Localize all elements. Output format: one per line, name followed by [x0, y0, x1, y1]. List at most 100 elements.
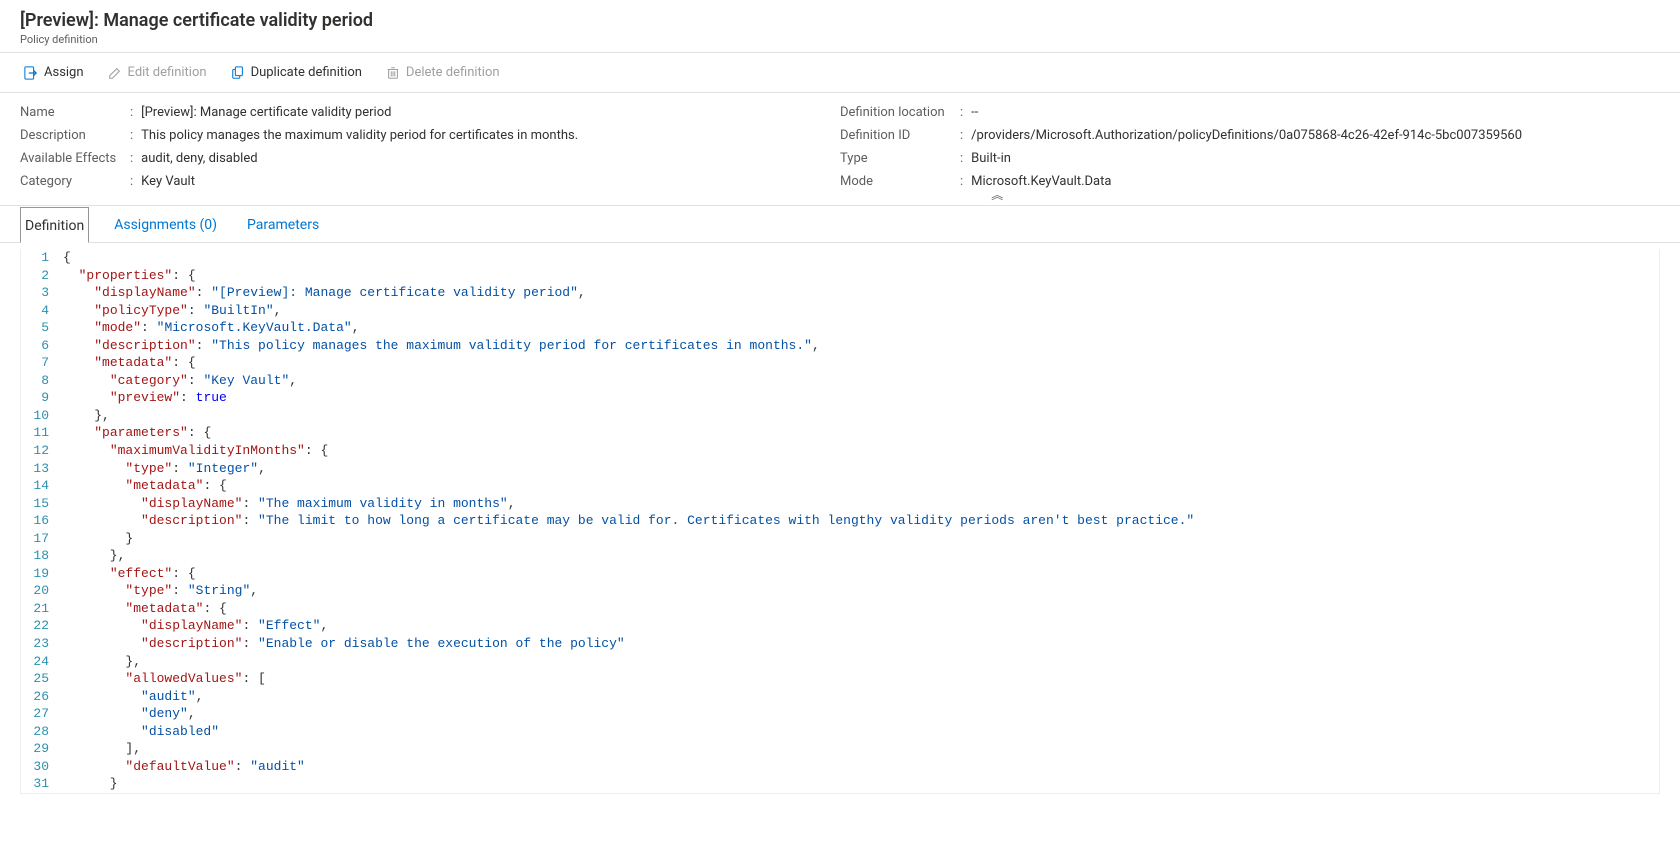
- code-source: },: [63, 407, 110, 425]
- assign-button[interactable]: Assign: [20, 61, 88, 84]
- code-block[interactable]: 1{2 "properties": {3 "displayName": "[Pr…: [20, 249, 1660, 794]
- duplicate-icon: [231, 66, 245, 80]
- line-number: 24: [21, 653, 63, 671]
- code-line: 2 "properties": {: [21, 267, 1659, 285]
- line-number: 19: [21, 565, 63, 583]
- tabs: Definition Assignments (0) Parameters: [0, 205, 1680, 243]
- code-line: 28 "disabled": [21, 723, 1659, 741]
- line-number: 7: [21, 354, 63, 372]
- code-source: "metadata": {: [63, 477, 227, 495]
- code-line: 25 "allowedValues": [: [21, 670, 1659, 688]
- pencil-icon: [108, 66, 122, 80]
- delete-label: Delete definition: [406, 65, 500, 80]
- trash-icon: [386, 66, 400, 80]
- line-number: 21: [21, 600, 63, 618]
- code-source: },: [63, 547, 125, 565]
- command-bar: Assign Edit definition Duplicate definit…: [0, 53, 1680, 93]
- code-source: "description": "The limit to how long a …: [63, 512, 1194, 530]
- line-number: 1: [21, 249, 63, 267]
- code-line: 16 "description": "The limit to how long…: [21, 512, 1659, 530]
- code-source: "description": "Enable or disable the ex…: [63, 635, 625, 653]
- code-line: 4 "policyType": "BuiltIn",: [21, 302, 1659, 320]
- assign-icon: [24, 66, 38, 80]
- edit-definition-button: Edit definition: [104, 61, 211, 84]
- line-number: 25: [21, 670, 63, 688]
- duplicate-definition-button[interactable]: Duplicate definition: [227, 61, 366, 84]
- prop-name: Name : [Preview]: Manage certificate val…: [20, 105, 840, 120]
- prop-effects: Available Effects : audit, deny, disable…: [20, 151, 840, 166]
- line-number: 13: [21, 460, 63, 478]
- code-source: "audit",: [63, 688, 203, 706]
- line-number: 14: [21, 477, 63, 495]
- prop-id: Definition ID : /providers/Microsoft.Aut…: [840, 128, 1660, 143]
- prop-category: Category : Key Vault: [20, 174, 840, 189]
- code-source: }: [63, 530, 133, 548]
- line-number: 5: [21, 319, 63, 337]
- code-line: 6 "description": "This policy manages th…: [21, 337, 1659, 355]
- prop-location: Definition location : --: [840, 105, 1660, 120]
- code-line: 21 "metadata": {: [21, 600, 1659, 618]
- code-line: 1{: [21, 249, 1659, 267]
- prop-mode-label: Mode: [840, 174, 960, 189]
- code-line: 11 "parameters": {: [21, 424, 1659, 442]
- tab-definition[interactable]: Definition: [20, 207, 89, 243]
- code-source: "type": "String",: [63, 582, 258, 600]
- code-source: "maximumValidityInMonths": {: [63, 442, 328, 460]
- prop-category-value: Key Vault: [141, 174, 195, 189]
- line-number: 18: [21, 547, 63, 565]
- delete-definition-button: Delete definition: [382, 61, 504, 84]
- prop-type-value: Built-in: [971, 151, 1011, 166]
- tab-assignments[interactable]: Assignments (0): [109, 206, 222, 242]
- code-source: "metadata": {: [63, 600, 227, 618]
- code-line: 26 "audit",: [21, 688, 1659, 706]
- line-number: 9: [21, 389, 63, 407]
- prop-description-label: Description: [20, 128, 130, 143]
- edit-label: Edit definition: [128, 65, 207, 80]
- code-source: "defaultValue": "audit": [63, 758, 305, 776]
- prop-id-value: /providers/Microsoft.Authorization/polic…: [971, 128, 1522, 143]
- line-number: 20: [21, 582, 63, 600]
- line-number: 4: [21, 302, 63, 320]
- code-line: 9 "preview": true: [21, 389, 1659, 407]
- prop-mode: Mode : Microsoft.KeyVault.Data: [840, 174, 1660, 189]
- code-line: 27 "deny",: [21, 705, 1659, 723]
- line-number: 23: [21, 635, 63, 653]
- code-line: 7 "metadata": {: [21, 354, 1659, 372]
- code-line: 19 "effect": {: [21, 565, 1659, 583]
- prop-id-label: Definition ID: [840, 128, 960, 143]
- duplicate-label: Duplicate definition: [251, 65, 362, 80]
- line-number: 30: [21, 758, 63, 776]
- line-number: 28: [21, 723, 63, 741]
- code-line: 30 "defaultValue": "audit": [21, 758, 1659, 776]
- properties-panel: Name : [Preview]: Manage certificate val…: [0, 93, 1680, 205]
- code-line: 23 "description": "Enable or disable the…: [21, 635, 1659, 653]
- code-source: "metadata": {: [63, 354, 196, 372]
- collapse-caret-icon[interactable]: ︽: [991, 186, 1003, 203]
- code-line: 15 "displayName": "The maximum validity …: [21, 495, 1659, 513]
- tab-parameters[interactable]: Parameters: [242, 206, 324, 242]
- prop-description: Description : This policy manages the ma…: [20, 128, 840, 143]
- code-line: 29 ],: [21, 740, 1659, 758]
- prop-type-label: Type: [840, 151, 960, 166]
- line-number: 31: [21, 775, 63, 793]
- line-number: 15: [21, 495, 63, 513]
- code-source: "disabled": [63, 723, 219, 741]
- line-number: 11: [21, 424, 63, 442]
- line-number: 2: [21, 267, 63, 285]
- code-line: 10 },: [21, 407, 1659, 425]
- code-line: 8 "category": "Key Vault",: [21, 372, 1659, 390]
- code-line: 14 "metadata": {: [21, 477, 1659, 495]
- prop-effects-label: Available Effects: [20, 151, 130, 166]
- code-line: 18 },: [21, 547, 1659, 565]
- line-number: 10: [21, 407, 63, 425]
- prop-effects-value: audit, deny, disabled: [141, 151, 257, 166]
- line-number: 29: [21, 740, 63, 758]
- code-source: "displayName": "Effect",: [63, 617, 328, 635]
- code-source: "mode": "Microsoft.KeyVault.Data",: [63, 319, 360, 337]
- prop-type: Type : Built-in: [840, 151, 1660, 166]
- code-line: 13 "type": "Integer",: [21, 460, 1659, 478]
- code-source: "policyType": "BuiltIn",: [63, 302, 281, 320]
- code-source: {: [63, 249, 71, 267]
- code-source: "preview": true: [63, 389, 227, 407]
- code-line: 3 "displayName": "[Preview]: Manage cert…: [21, 284, 1659, 302]
